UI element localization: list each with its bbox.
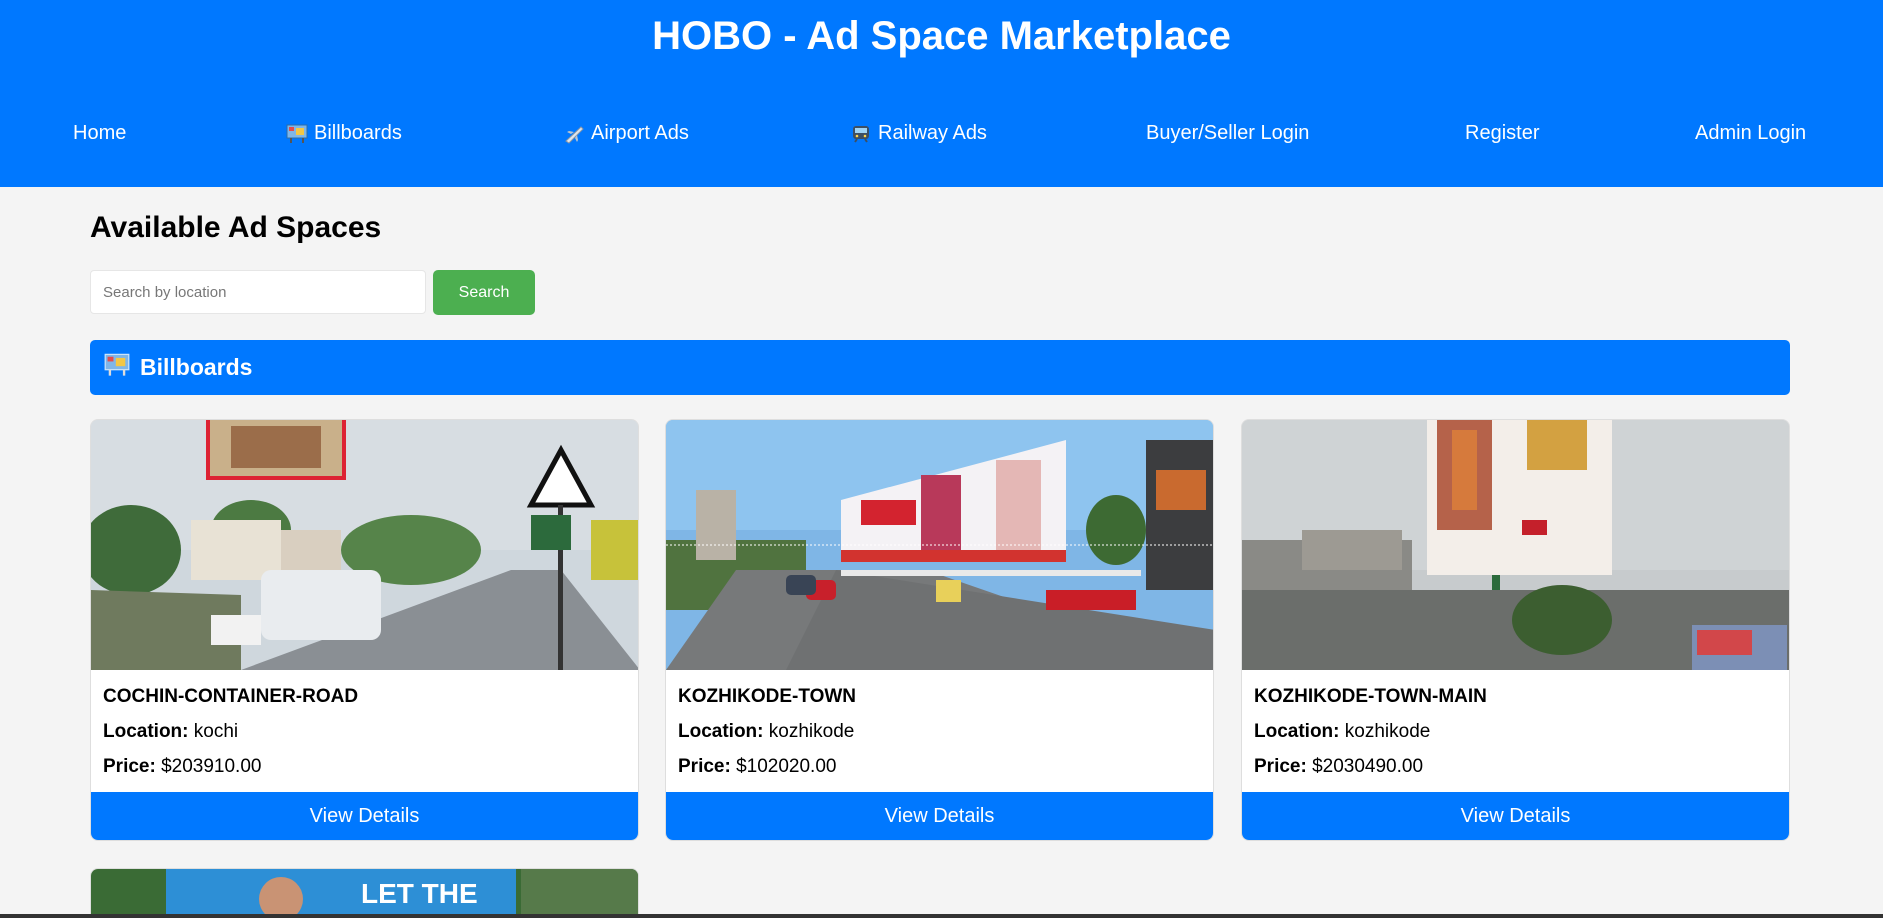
nav-register-label: Register — [1465, 122, 1540, 144]
location-value: kochi — [193, 721, 239, 742]
location-label: Location: — [103, 721, 189, 742]
ad-space-card: KOZHIKODE-TOWN Location: kozhikode Price… — [665, 419, 1214, 841]
nav-airport-ads-label: Airport Ads — [591, 122, 689, 144]
card-price: Price: $203910.00 — [103, 756, 261, 778]
nav-buyer-seller-login[interactable]: Buyer/Seller Login — [1146, 122, 1309, 145]
main-nav: Home Billboards Airport Ads Railway Ads … — [0, 122, 1883, 152]
billboard-icon — [104, 353, 130, 383]
location-value: kozhikode — [768, 721, 855, 742]
price-value: $102020.00 — [736, 756, 837, 777]
price-label: Price: — [103, 756, 156, 777]
view-details-button[interactable]: View Details — [1242, 792, 1789, 840]
price-label: Price: — [1254, 756, 1307, 777]
page-title: Available Ad Spaces — [90, 211, 382, 244]
search-button[interactable]: Search — [433, 270, 535, 315]
section-header-billboards: Billboards — [90, 340, 1790, 395]
view-details-button[interactable]: View Details — [666, 792, 1213, 840]
nav-railway-ads[interactable]: Railway Ads — [850, 122, 987, 145]
ad-space-card: KOZHIKODE-TOWN-MAIN Location: kozhikode … — [1241, 419, 1790, 841]
card-location: Location: kochi — [103, 721, 238, 743]
card-location: Location: kozhikode — [1254, 721, 1430, 743]
nav-home[interactable]: Home — [73, 122, 126, 145]
nav-admin-login-label: Admin Login — [1695, 122, 1807, 144]
price-value: $203910.00 — [161, 756, 262, 777]
ad-space-card: COCHIN-CONTAINER-ROAD Location: kochi Pr… — [90, 419, 639, 841]
nav-admin-login[interactable]: Admin Login — [1695, 122, 1806, 145]
nav-billboards-label: Billboards — [314, 122, 402, 144]
airplane-icon — [563, 124, 585, 144]
card-title: KOZHIKODE-TOWN-MAIN — [1254, 686, 1487, 707]
price-label: Price: — [678, 756, 731, 777]
billboard-photo — [666, 420, 1213, 670]
billboard-icon — [286, 124, 308, 144]
view-details-button[interactable]: View Details — [91, 792, 638, 840]
site-title: HOBO - Ad Space Marketplace — [652, 14, 1231, 58]
section-header-label: Billboards — [140, 354, 253, 380]
billboard-photo — [91, 420, 638, 670]
location-value: kozhikode — [1344, 721, 1431, 742]
card-title: KOZHIKODE-TOWN — [678, 686, 857, 707]
nav-railway-ads-label: Railway Ads — [878, 122, 987, 144]
partial-billboard-text: LET THE — [361, 878, 478, 909]
card-title: COCHIN-CONTAINER-ROAD — [103, 686, 359, 707]
location-label: Location: — [678, 721, 764, 742]
billboard-photo: LET THE — [91, 869, 638, 918]
nav-airport-ads[interactable]: Airport Ads — [563, 122, 689, 145]
window-bottom-edge — [0, 914, 1883, 918]
price-value: $2030490.00 — [1312, 756, 1424, 777]
nav-buyer-seller-login-label: Buyer/Seller Login — [1146, 122, 1310, 144]
nav-billboards[interactable]: Billboards — [286, 122, 402, 145]
location-label: Location: — [1254, 721, 1340, 742]
site-header: HOBO - Ad Space Marketplace Home Billboa… — [0, 0, 1883, 187]
nav-home-label: Home — [73, 122, 127, 144]
card-price: Price: $102020.00 — [678, 756, 836, 778]
nav-register[interactable]: Register — [1465, 122, 1539, 145]
ad-space-card-partial: LET THE — [90, 868, 639, 918]
card-price: Price: $2030490.00 — [1254, 756, 1423, 778]
billboard-photo — [1242, 420, 1789, 670]
train-icon — [850, 124, 872, 144]
card-location: Location: kozhikode — [678, 721, 854, 743]
search-input[interactable] — [90, 270, 426, 314]
